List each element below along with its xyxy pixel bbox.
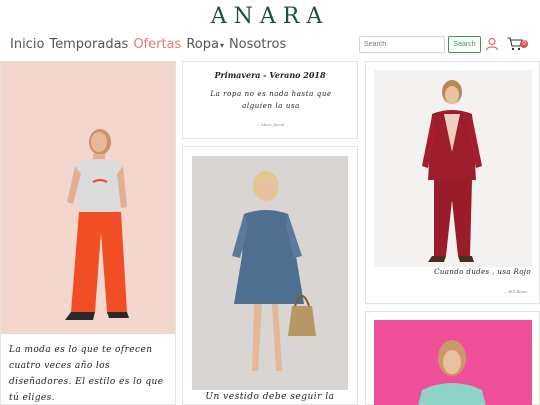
quote-author: — Marc Jacob [255, 122, 285, 127]
product-photo-red-suit[interactable] [374, 70, 532, 267]
product-photo-mint-top[interactable] [374, 320, 532, 405]
main-nav: Inicio Temporadas Ofertas Ropa▾ Nosotros [10, 37, 291, 52]
nav-ofertas[interactable]: Ofertas [133, 37, 181, 52]
card-caption: Un vestido debe seguir la [205, 392, 335, 402]
season-title: Primavera - Verano 2018 [214, 70, 326, 80]
product-photo-denim-dress[interactable] [192, 156, 348, 390]
user-icon[interactable] [485, 37, 499, 51]
quote-text: La ropa no es nada hasta que alguien la … [210, 90, 332, 110]
product-card-mint-top[interactable] [365, 311, 540, 405]
caption-author: — Bill Blass [502, 289, 527, 294]
brand-logo[interactable]: ANARA [0, 4, 540, 29]
product-card-coral-pants[interactable]: La moda es lo que te ofrecen cuatro vece… [0, 61, 176, 405]
cart-count-badge: 0 [520, 40, 528, 48]
nav-inicio[interactable]: Inicio [10, 37, 44, 52]
quote-card: Primavera - Verano 2018 La ropa no es na… [182, 61, 358, 139]
nav-ropa-label: Ropa [186, 37, 219, 52]
product-card-red-suit[interactable]: Cuando dudes , usa Rojo — Bill Blass [365, 61, 540, 304]
search-input[interactable] [359, 36, 445, 53]
product-card-denim-dress[interactable]: Un vestido debe seguir la [182, 146, 358, 405]
caret-down-icon: ▾ [219, 41, 224, 50]
nav-nosotros[interactable]: Nosotros [229, 37, 286, 52]
nav-ropa[interactable]: Ropa▾ [186, 37, 224, 52]
card-caption: Cuando dudes , usa Rojo [434, 268, 531, 276]
card-quote: La moda es lo que te ofrecen cuatro vece… [9, 345, 164, 403]
nav-temporadas[interactable]: Temporadas [49, 37, 128, 52]
product-photo-coral-pants[interactable] [1, 62, 175, 334]
search-button[interactable]: Search [448, 36, 481, 53]
